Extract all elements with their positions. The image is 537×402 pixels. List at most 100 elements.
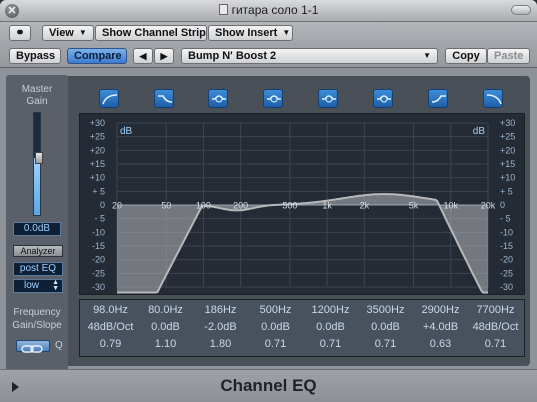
analyzer-button[interactable]: Analyzer bbox=[13, 245, 63, 257]
band-3-bell-button[interactable] bbox=[208, 89, 228, 108]
show-channel-strip-menu[interactable]: Show Channel Strip▼ bbox=[95, 25, 219, 41]
x-tick-label: 50 bbox=[161, 201, 171, 211]
bypass-button[interactable]: Bypass bbox=[9, 48, 61, 64]
gain-slope-row: 48dB/Oct 0.0dB -2.0dB 0.0dB 0.0dB 0.0dB +4.0dB… bbox=[80, 321, 526, 337]
band-2-low-shelf-button[interactable] bbox=[154, 89, 174, 108]
q-value-band-2[interactable]: 1.10 bbox=[138, 338, 193, 350]
plugin-name: Channel EQ bbox=[220, 376, 317, 395]
eq-curve-fill bbox=[117, 194, 488, 293]
y-tick-left: +25 bbox=[90, 132, 105, 142]
master-gain-handle[interactable] bbox=[35, 151, 43, 164]
chain-link-icon bbox=[21, 345, 43, 353]
y-tick-right: 0 bbox=[500, 200, 505, 210]
toolbar-toggle-button[interactable] bbox=[511, 5, 531, 15]
window-title: гитара соло 1-1 bbox=[0, 3, 537, 17]
low-pass-icon bbox=[486, 94, 502, 105]
y-tick-right: -20 bbox=[500, 255, 513, 265]
y-tick-right: +25 bbox=[500, 132, 515, 142]
q-value-band-8[interactable]: 0.71 bbox=[468, 338, 523, 350]
freq-value-band-8[interactable]: 7700Hz bbox=[468, 304, 523, 316]
gain-value-band-5[interactable]: 0.0dB bbox=[303, 321, 358, 333]
freq-value-band-1[interactable]: 98.0Hz bbox=[83, 304, 138, 316]
bell-icon bbox=[322, 95, 336, 103]
master-gain-value[interactable]: 0.0dB bbox=[13, 222, 61, 236]
gain-value-band-1[interactable]: 48dB/Oct bbox=[83, 321, 138, 333]
band-8-low-pass-button[interactable] bbox=[483, 89, 503, 108]
q-value-band-1[interactable]: 0.79 bbox=[83, 338, 138, 350]
preset-menu[interactable]: Bump N' Boost 2 ▼ bbox=[181, 48, 438, 64]
y-tick-left: 0 bbox=[100, 200, 105, 210]
freq-value-band-5[interactable]: 1200Hz bbox=[303, 304, 358, 316]
freq-value-band-7[interactable]: 2900Hz bbox=[413, 304, 468, 316]
view-menu[interactable]: View ▼ bbox=[42, 25, 94, 41]
gain-value-band-6[interactable]: 0.0dB bbox=[358, 321, 413, 333]
x-tick-label: 5k bbox=[409, 201, 419, 211]
master-gain-fill bbox=[34, 157, 40, 215]
freq-value-band-6[interactable]: 3500Hz bbox=[358, 304, 413, 316]
gain-value-band-8[interactable]: 48dB/Oct bbox=[468, 321, 523, 333]
y-tick-left: +20 bbox=[90, 145, 105, 155]
band-toggle-row bbox=[0, 89, 537, 111]
link-icon[interactable]: ⚭ bbox=[9, 25, 31, 41]
y-tick-left: +15 bbox=[90, 159, 105, 169]
band-parameters: 98.0Hz 80.0Hz 186Hz 500Hz 1200Hz 3500Hz 2900Hz… bbox=[79, 299, 525, 357]
q-value-band-4[interactable]: 0.71 bbox=[248, 338, 303, 350]
frequency-row-label: Frequency bbox=[13, 307, 61, 318]
x-tick-label: 500 bbox=[282, 201, 297, 211]
toolbar-top: ⚭ View▼ Show Channel Strip▼ Show Insert▼ bbox=[0, 22, 537, 44]
frequency-row: 98.0Hz 80.0Hz 186Hz 500Hz 1200Hz 3500Hz 2900Hz… bbox=[80, 304, 526, 320]
freq-value-band-2[interactable]: 80.0Hz bbox=[138, 304, 193, 316]
gain-value-band-7[interactable]: +4.0dB bbox=[413, 321, 468, 333]
q-row: 0.79 1.10 1.80 0.71 0.71 0.71 0.63 0.71 bbox=[80, 338, 526, 354]
toolbar-bottom: Bypass Compare ◀ ▶ Bump N' Boost 2 ▼ Copy… bbox=[0, 44, 537, 68]
gain-value-band-4[interactable]: 0.0dB bbox=[248, 321, 303, 333]
q-couple-button[interactable] bbox=[16, 340, 50, 353]
db-label-right: dB bbox=[473, 126, 486, 137]
freq-value-band-3[interactable]: 186Hz bbox=[193, 304, 248, 316]
band-1-high-pass-button[interactable] bbox=[99, 89, 119, 108]
q-value-band-3[interactable]: 1.80 bbox=[193, 338, 248, 350]
analyzer-mode-select[interactable]: post EQ bbox=[13, 262, 63, 276]
y-tick-right: -10 bbox=[500, 227, 513, 237]
y-tick-left: + 5 bbox=[92, 186, 105, 196]
paste-button[interactable]: Paste bbox=[487, 48, 530, 64]
band-6-bell-button[interactable] bbox=[373, 89, 393, 108]
gain-value-band-3[interactable]: -2.0dB bbox=[193, 321, 248, 333]
y-tick-right: +15 bbox=[500, 159, 515, 169]
show-insert-menu[interactable]: Show Insert ▼ bbox=[208, 25, 293, 41]
previous-preset-button[interactable]: ◀ bbox=[133, 48, 153, 64]
x-tick-label: 10k bbox=[444, 201, 459, 211]
y-tick-left: -30 bbox=[92, 282, 105, 292]
y-tick-left: -25 bbox=[92, 268, 105, 278]
gain-slope-row-label: Gain/Slope bbox=[12, 320, 62, 331]
q-row-label: Q bbox=[55, 340, 63, 351]
copy-button[interactable]: Copy bbox=[445, 48, 487, 64]
bell-icon bbox=[377, 95, 391, 103]
band-7-high-shelf-button[interactable] bbox=[428, 89, 448, 108]
title-bar: ✕ гитара соло 1-1 bbox=[0, 0, 537, 22]
eq-graph[interactable]: +30 +30 +25 +25 +20 +20 +15 +15 +10 +10 + 5 + 5 0 0 - … bbox=[79, 113, 525, 295]
next-preset-button[interactable]: ▶ bbox=[154, 48, 174, 64]
y-tick-right: -15 bbox=[500, 241, 513, 251]
bell-icon bbox=[212, 95, 226, 103]
q-value-band-6[interactable]: 0.71 bbox=[358, 338, 413, 350]
high-pass-icon bbox=[102, 94, 118, 105]
x-tick-label: 100 bbox=[196, 201, 211, 211]
master-gain-slider[interactable] bbox=[33, 112, 41, 216]
eq-graph-svg: +30 +30 +25 +25 +20 +20 +15 +15 +10 +10 + 5 + 5 0 0 - … bbox=[90, 118, 515, 294]
resolution-select[interactable]: low ▲ ▼ bbox=[13, 279, 63, 293]
y-tick-right: +10 bbox=[500, 173, 515, 183]
y-tick-right: - 5 bbox=[500, 214, 511, 224]
compare-button[interactable]: Compare bbox=[67, 48, 127, 64]
band-5-bell-button[interactable] bbox=[318, 89, 338, 108]
band-4-bell-button[interactable] bbox=[263, 89, 283, 108]
freq-value-band-4[interactable]: 500Hz bbox=[248, 304, 303, 316]
low-shelf-icon bbox=[158, 95, 173, 103]
y-tick-right: + 5 bbox=[500, 186, 513, 196]
x-tick-label: 20k bbox=[481, 201, 496, 211]
x-tick-label: 200 bbox=[233, 201, 248, 211]
q-value-band-7[interactable]: 0.63 bbox=[413, 338, 468, 350]
plugin-window: ✕ гитара соло 1-1 ⚭ View ▼ Show Channel S… bbox=[0, 0, 537, 402]
q-value-band-5[interactable]: 0.71 bbox=[303, 338, 358, 350]
gain-value-band-2[interactable]: 0.0dB bbox=[138, 321, 193, 333]
